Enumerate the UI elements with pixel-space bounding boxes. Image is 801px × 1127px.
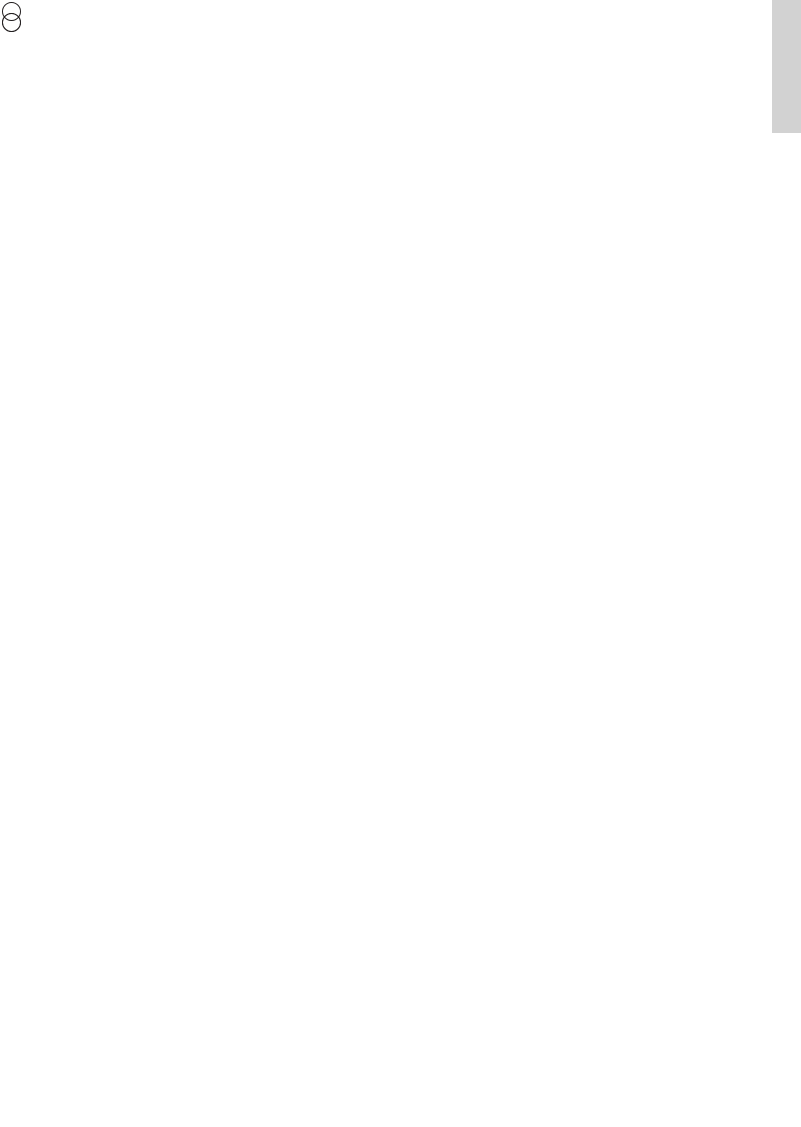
language-tab (772, 0, 801, 133)
numbered-item-list (0, 0, 360, 32)
item-number-badge (2, 13, 21, 32)
section-label-text (772, 142, 801, 222)
language-tab-label (772, 0, 801, 133)
page-footer (0, 1108, 767, 1122)
section-label (772, 142, 801, 222)
